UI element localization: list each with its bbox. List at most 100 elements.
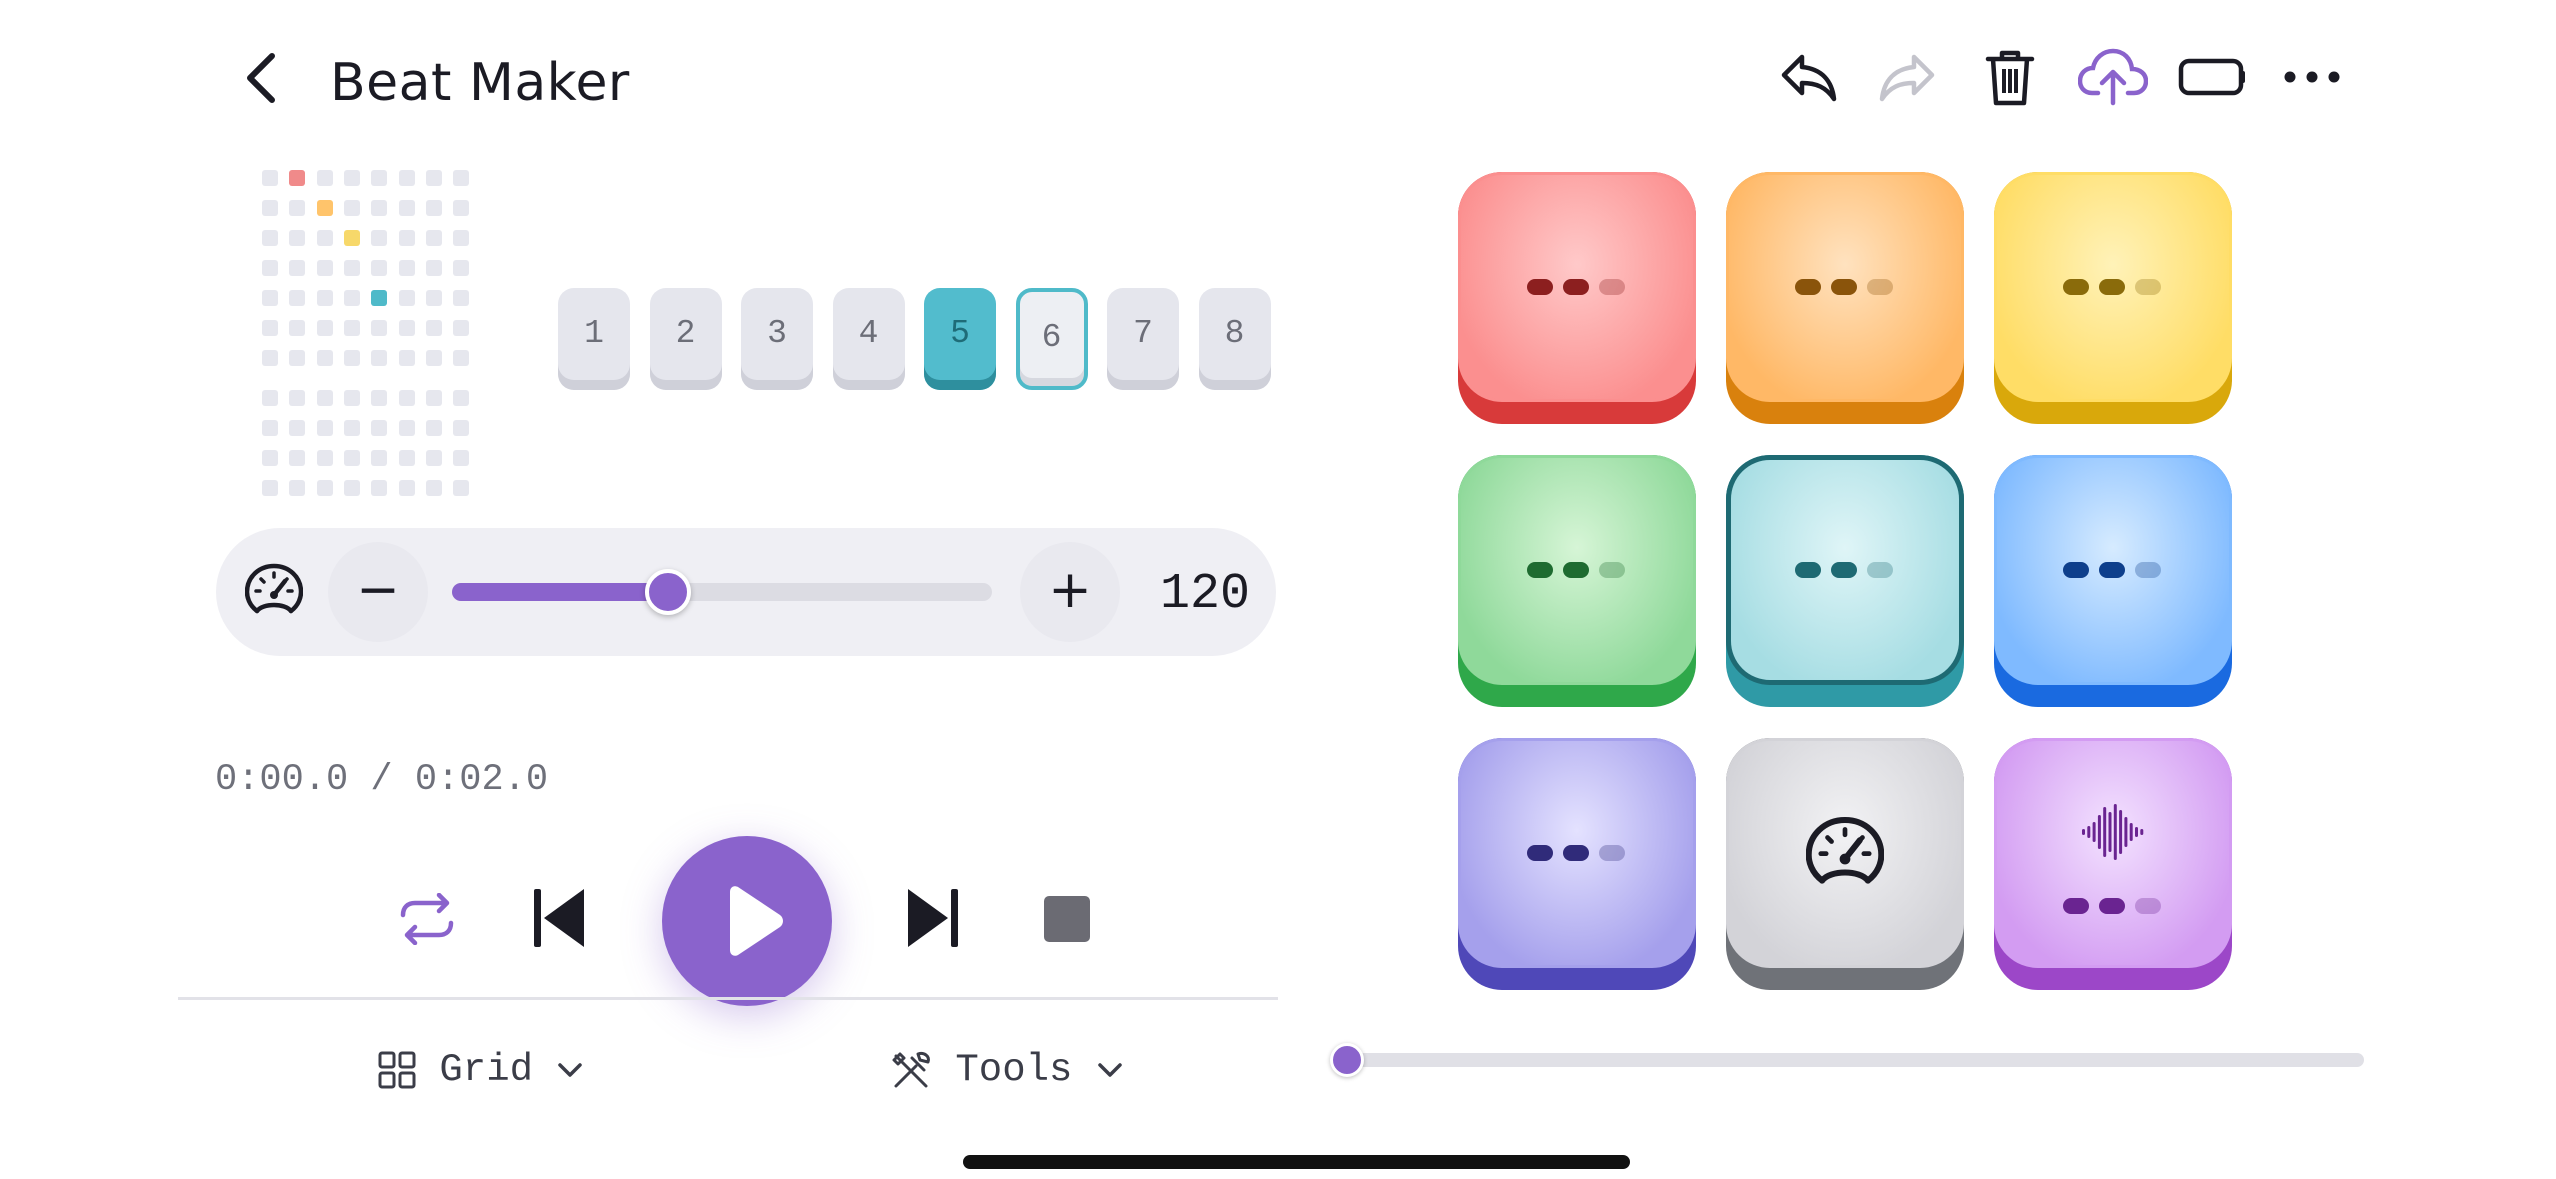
pattern-cell (453, 170, 470, 186)
pattern-cell (343, 450, 360, 466)
pattern-cell (316, 200, 333, 216)
grid-menu-label: Grid (439, 1048, 534, 1092)
pad-dot (1563, 562, 1589, 578)
redo-button[interactable] (1876, 45, 1940, 109)
pad-indicator-dots (2063, 898, 2163, 914)
pattern-cell (398, 480, 415, 496)
pad-dot (2099, 562, 2125, 578)
pattern-cell (262, 260, 278, 276)
time-display: 0:00.0 / 0:02.0 (215, 759, 549, 801)
skip-forward-button[interactable] (906, 885, 960, 951)
grid-menu[interactable]: Grid (378, 1040, 584, 1100)
undo-button[interactable] (1776, 45, 1840, 109)
pattern-button-5[interactable]: 5 (924, 288, 996, 390)
loop-icon (400, 892, 454, 946)
pad-indicator-dots (1527, 279, 1627, 295)
pattern-cell (425, 290, 442, 306)
pattern-button-6[interactable]: 6 (1015, 288, 1088, 390)
grid-icon (378, 1051, 416, 1089)
pad-gray[interactable] (1726, 738, 1964, 990)
pad-dot (1563, 845, 1589, 861)
pattern-cell (453, 290, 470, 306)
pattern-cell (316, 170, 333, 186)
pattern-cell (343, 320, 360, 336)
playback-seek-thumb[interactable] (1330, 1043, 1364, 1077)
back-button[interactable] (238, 48, 288, 108)
playback-seek-track[interactable] (1342, 1053, 2364, 1067)
pad-dot (1563, 279, 1589, 295)
trash-icon (1985, 50, 2035, 106)
pattern-cell (289, 320, 306, 336)
pattern-button-1[interactable]: 1 (558, 288, 630, 390)
stop-button[interactable] (1044, 896, 1090, 942)
pad-dot (1527, 845, 1553, 861)
pad-dot (1599, 279, 1625, 295)
pattern-cell (262, 450, 278, 466)
pattern-button-7[interactable]: 7 (1107, 288, 1179, 390)
pad-dot (2135, 562, 2161, 578)
pattern-cell (371, 420, 388, 436)
pattern-cell (398, 450, 415, 466)
pattern-cell (453, 230, 470, 246)
more-button[interactable] (2280, 45, 2344, 109)
pattern-cell (371, 450, 388, 466)
tempo-decrease-button[interactable]: − (328, 542, 428, 642)
pattern-cell (262, 350, 278, 366)
loop-button[interactable] (397, 892, 457, 946)
undo-icon (1781, 54, 1837, 102)
pad-indigo[interactable] (1458, 738, 1696, 990)
pattern-cell (316, 290, 333, 306)
redo-icon (1879, 54, 1935, 102)
pad-dot (1795, 279, 1821, 295)
pattern-button-4[interactable]: 4 (832, 288, 905, 390)
pattern-button-3[interactable]: 3 (741, 288, 813, 390)
pad-purple[interactable] (1994, 738, 2232, 990)
pattern-cell (262, 230, 278, 246)
tools-icon (892, 1051, 930, 1088)
pad-green[interactable] (1458, 455, 1696, 707)
pad-dot (2099, 898, 2125, 914)
pad-red[interactable] (1458, 172, 1696, 424)
tools-menu-label: Tools (955, 1048, 1073, 1092)
pattern-button-2[interactable]: 2 (649, 288, 722, 390)
delete-button[interactable] (1978, 45, 2042, 109)
pattern-cell (453, 480, 470, 496)
pattern-cell (398, 390, 415, 406)
pad-orange[interactable] (1726, 172, 1964, 424)
pattern-cell (398, 260, 415, 276)
skip-back-button[interactable] (532, 885, 586, 951)
pad-dot (2099, 279, 2125, 295)
pattern-cell (343, 290, 360, 306)
pattern-cell (262, 200, 278, 216)
pad-teal[interactable] (1726, 455, 1964, 707)
gauge-icon (1806, 817, 1884, 884)
pattern-cell (289, 170, 306, 186)
pad-yellow[interactable] (1994, 172, 2232, 424)
pattern-cell (371, 260, 388, 276)
pattern-cell (453, 260, 470, 276)
pattern-cell (343, 230, 360, 246)
upload-button[interactable] (2077, 45, 2149, 109)
pattern-cell (289, 260, 306, 276)
divider (178, 997, 1278, 1000)
pattern-cell (371, 320, 388, 336)
pattern-cell (262, 420, 278, 436)
pattern-cell (343, 420, 360, 436)
pattern-cell (262, 320, 278, 336)
pattern-cell (289, 480, 306, 496)
pad-blue[interactable] (1994, 455, 2232, 707)
tools-menu[interactable]: Tools (890, 1040, 1124, 1100)
pattern-cell (262, 170, 278, 186)
pattern-cell (398, 350, 415, 366)
pattern-cell (343, 200, 360, 216)
tempo-slider-thumb[interactable] (645, 569, 691, 615)
waveform-icon (2082, 804, 2144, 860)
play-button[interactable] (662, 836, 832, 1006)
pad-indicator-dots (1527, 562, 1627, 578)
pattern-cell (371, 480, 388, 496)
pattern-cell (262, 480, 278, 496)
pattern-button-8[interactable]: 8 (1198, 288, 1271, 390)
pattern-cell (371, 390, 388, 406)
page-title: Beat Maker (330, 53, 630, 113)
tempo-increase-button[interactable]: + (1020, 542, 1120, 642)
